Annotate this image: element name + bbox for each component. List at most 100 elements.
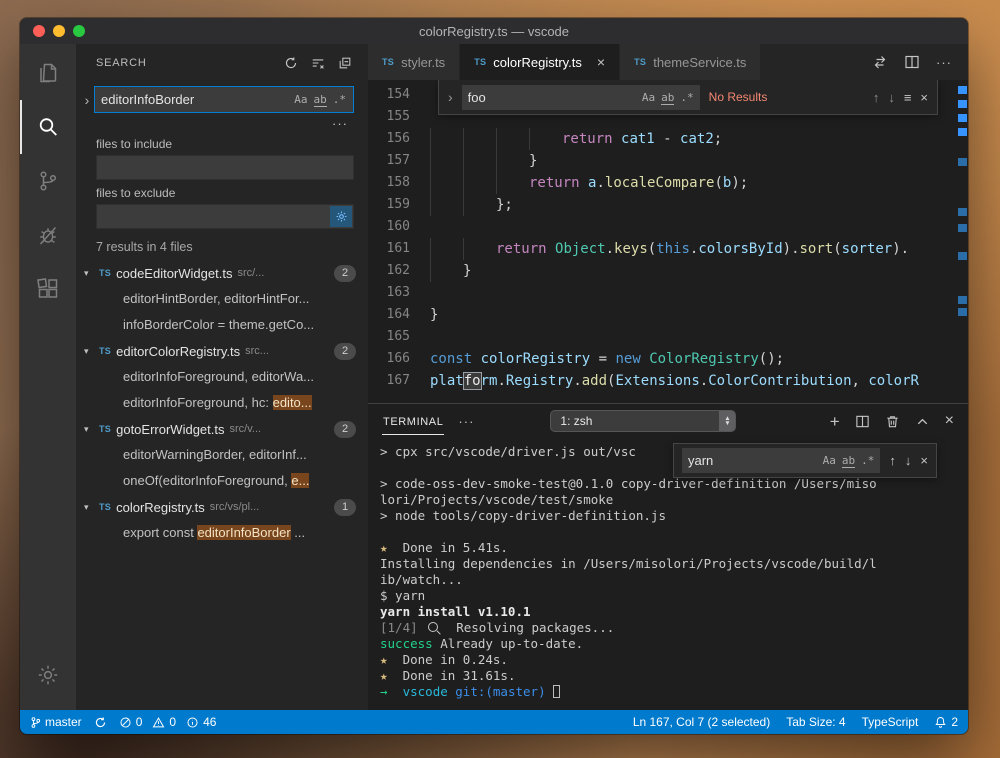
- line-number: 164: [368, 304, 410, 326]
- use-exclude-settings-icon[interactable]: [330, 206, 352, 227]
- find-previous-icon[interactable]: ↑: [873, 90, 880, 105]
- code-line[interactable]: 164}: [368, 304, 968, 326]
- expand-chevron-icon[interactable]: ▾: [84, 502, 94, 513]
- search-input[interactable]: [95, 92, 291, 107]
- bell-icon: [934, 716, 947, 729]
- search-result-file[interactable]: ▾TScolorRegistry.tssrc/vs/pl...1: [76, 494, 368, 520]
- debug-icon[interactable]: [20, 208, 76, 262]
- file-name: codeEditorWidget.ts: [116, 266, 232, 281]
- terminal-tab[interactable]: TERMINAL: [382, 408, 444, 435]
- match-case-toggle[interactable]: Aa: [820, 453, 839, 468]
- search-match-line[interactable]: editorInfoForeground, editorWa...: [76, 364, 368, 390]
- git-branch-item[interactable]: master: [30, 715, 82, 729]
- split-editor-icon[interactable]: [904, 54, 920, 70]
- terminal-shell-select[interactable]: 1: zsh ▲▼: [550, 410, 736, 432]
- editor-more-actions-icon[interactable]: ···: [936, 55, 952, 70]
- editor-tab[interactable]: TSthemeService.ts: [620, 44, 761, 80]
- search-match-line[interactable]: oneOf(editorInfoForeground, e...: [76, 468, 368, 494]
- files-exclude-input[interactable]: [97, 209, 330, 224]
- terminal-more-icon[interactable]: ···: [458, 414, 474, 429]
- code-line[interactable]: 166const colorRegistry = new ColorRegist…: [368, 348, 968, 370]
- code-line[interactable]: 167platform.Registry.add(Extensions.Colo…: [368, 370, 968, 392]
- clear-search-results-icon[interactable]: [311, 56, 325, 70]
- sync-button[interactable]: [94, 716, 107, 729]
- code-line[interactable]: 159};: [368, 194, 968, 216]
- collapse-all-icon[interactable]: [338, 56, 352, 70]
- match-count-badge: 2: [334, 343, 356, 360]
- close-window-button[interactable]: [33, 25, 45, 37]
- terminal-find-input[interactable]: [682, 453, 820, 468]
- code-editor[interactable]: › Aa ab .* No Results ↑ ↓ ≡ × 154155: [368, 80, 968, 403]
- expand-chevron-icon[interactable]: ▾: [84, 268, 94, 279]
- code-line[interactable]: 157}: [368, 150, 968, 172]
- find-in-selection-icon[interactable]: ≡: [904, 90, 912, 105]
- open-changes-icon[interactable]: [872, 54, 888, 70]
- kill-terminal-icon[interactable]: [885, 414, 900, 429]
- settings-gear-icon[interactable]: [20, 648, 76, 702]
- code-line[interactable]: 162}: [368, 260, 968, 282]
- refresh-icon[interactable]: [284, 56, 298, 70]
- code-line[interactable]: 165: [368, 326, 968, 348]
- new-terminal-icon[interactable]: +: [830, 413, 840, 430]
- source-control-icon[interactable]: [20, 154, 76, 208]
- search-match-line[interactable]: infoBorderColor = theme.getCo...: [76, 312, 368, 338]
- error-icon: [119, 716, 132, 729]
- code-line[interactable]: 163: [368, 282, 968, 304]
- expand-chevron-icon[interactable]: ▾: [84, 424, 94, 435]
- search-match-line[interactable]: editorInfoForeground, hc: edito...: [76, 390, 368, 416]
- terminal-output[interactable]: > cpx src/vscode/driver.js out/vsc > cod…: [380, 444, 954, 708]
- search-match-line[interactable]: editorWarningBorder, editorInf...: [76, 442, 368, 468]
- explorer-icon[interactable]: [20, 46, 76, 100]
- zoom-window-button[interactable]: [73, 25, 85, 37]
- search-result-file[interactable]: ▾TSgotoErrorWidget.tssrc/v...2: [76, 416, 368, 442]
- ts-file-icon: TS: [99, 346, 111, 356]
- search-icon[interactable]: [20, 100, 76, 154]
- code-line[interactable]: 160: [368, 216, 968, 238]
- close-find-icon[interactable]: ×: [920, 90, 928, 105]
- whole-word-toggle[interactable]: ab: [658, 90, 677, 105]
- terminal-find-widget: Aa ab .* ↑ ↓ ×: [673, 443, 937, 478]
- toggle-replace-chevron-icon[interactable]: ›: [80, 92, 94, 108]
- code-line[interactable]: 158return a.localeCompare(b);: [368, 172, 968, 194]
- close-find-icon[interactable]: ×: [920, 453, 928, 468]
- whole-word-toggle[interactable]: ab: [311, 92, 330, 107]
- expand-chevron-icon[interactable]: ▾: [84, 346, 94, 357]
- minimize-window-button[interactable]: [53, 25, 65, 37]
- extensions-icon[interactable]: [20, 262, 76, 316]
- close-tab-icon[interactable]: ×: [597, 54, 605, 70]
- files-include-input[interactable]: [97, 160, 353, 175]
- search-result-file[interactable]: ▾TSeditorColorRegistry.tssrc...2: [76, 338, 368, 364]
- find-input[interactable]: [462, 90, 639, 105]
- code-line[interactable]: 156return cat1 - cat2;: [368, 128, 968, 150]
- toggle-search-details[interactable]: ···: [76, 113, 368, 131]
- find-next-icon[interactable]: ↓: [905, 453, 912, 468]
- find-previous-icon[interactable]: ↑: [889, 453, 896, 468]
- language-mode[interactable]: TypeScript: [862, 715, 919, 729]
- indent-guide: [463, 128, 496, 150]
- toggle-replace-chevron-icon[interactable]: ›: [448, 89, 453, 105]
- regex-toggle[interactable]: .*: [677, 90, 696, 105]
- search-match-line[interactable]: editorHintBorder, editorHintFor...: [76, 286, 368, 312]
- search-match-line[interactable]: export const editorInfoBorder ...: [76, 520, 368, 546]
- notifications-bell[interactable]: 2: [934, 715, 958, 729]
- terminal-find-input-box: Aa ab .*: [682, 448, 880, 473]
- match-case-toggle[interactable]: Aa: [639, 90, 658, 105]
- split-terminal-icon[interactable]: [855, 414, 870, 429]
- problems-indicator[interactable]: 0 0 46: [119, 715, 217, 729]
- close-panel-icon[interactable]: ×: [945, 412, 954, 430]
- whole-word-toggle[interactable]: ab: [839, 453, 858, 468]
- regex-toggle[interactable]: .*: [330, 92, 349, 107]
- regex-toggle[interactable]: .*: [858, 453, 877, 468]
- maximize-panel-icon[interactable]: [915, 414, 930, 429]
- titlebar[interactable]: colorRegistry.ts — vscode: [20, 18, 968, 44]
- cursor-position[interactable]: Ln 167, Col 7 (2 selected): [633, 715, 770, 729]
- match-case-toggle[interactable]: Aa: [291, 92, 310, 107]
- code-line[interactable]: 161return Object.keys(this.colorsById).s…: [368, 238, 968, 260]
- editor-tab[interactable]: TScolorRegistry.ts×: [460, 44, 620, 80]
- find-next-icon[interactable]: ↓: [888, 90, 895, 105]
- tab-size-indicator[interactable]: Tab Size: 4: [786, 715, 845, 729]
- editor-tab[interactable]: TSstyler.ts: [368, 44, 460, 80]
- indent-guide: [463, 150, 496, 172]
- indent-guide: [463, 194, 496, 216]
- search-result-file[interactable]: ▾TScodeEditorWidget.tssrc/...2: [76, 260, 368, 286]
